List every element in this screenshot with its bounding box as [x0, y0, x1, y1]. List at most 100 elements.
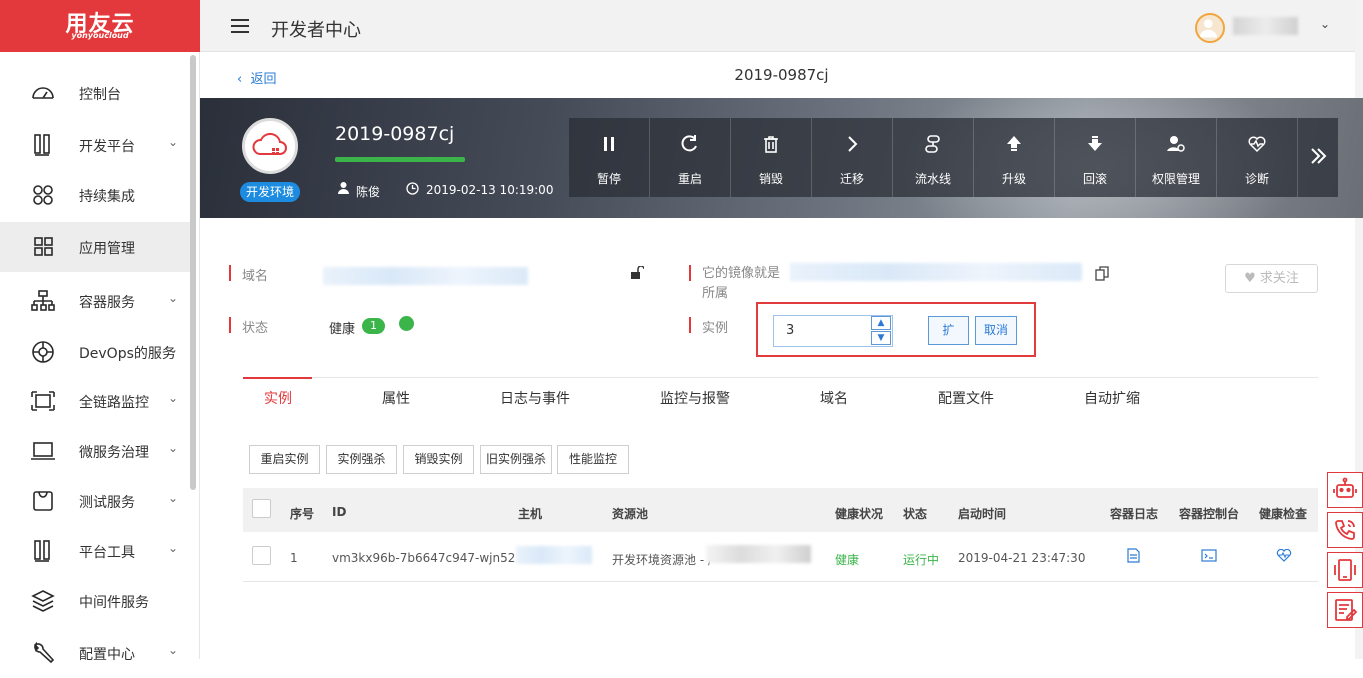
avatar[interactable] — [1195, 13, 1225, 43]
sidebar-item-test[interactable]: 测试服务 ⌄ — [0, 476, 196, 526]
diagnose-button[interactable]: 诊断 — [1217, 118, 1298, 197]
sidebar-item-ci[interactable]: 持续集成 — [0, 170, 196, 220]
field-marker — [229, 317, 231, 333]
permission-icon — [1136, 134, 1216, 154]
old-instance-kill-button[interactable]: 旧实例强杀 — [480, 445, 552, 474]
chevron-down-icon: ⌄ — [168, 643, 179, 657]
app-name: 2019-0987cj — [335, 123, 455, 145]
brand-logo[interactable]: 用友云 yonyoucloud — [0, 0, 200, 52]
double-chevron-right-icon — [1298, 146, 1338, 166]
action-label: 重启 — [677, 172, 702, 186]
migrate-button[interactable]: 迁移 — [812, 118, 893, 197]
pipeline-button[interactable]: 流水线 — [893, 118, 974, 197]
tab-logs-events[interactable]: 日志与事件 — [500, 388, 570, 408]
status-label: 状态 — [242, 321, 269, 336]
sidebar-item-container[interactable]: 容器服务 ⌄ — [0, 276, 196, 326]
sidebar-item-label: 全链路监控 — [79, 395, 149, 411]
increment-button[interactable]: ▲ — [871, 316, 891, 330]
cloud-app-icon — [242, 118, 298, 174]
layers-icon — [30, 589, 56, 613]
sidebar-item-monitor[interactable]: 全链路监控 ⌄ — [0, 376, 196, 426]
row-checkbox[interactable] — [252, 546, 271, 565]
trash-icon — [731, 134, 811, 154]
tab-instances[interactable]: 实例 — [264, 388, 292, 408]
tab-monitor-alerts[interactable]: 监控与报警 — [660, 388, 730, 408]
cell-id: vm3kx96b-7b6647c947-wjn52 — [332, 551, 516, 565]
chevron-down-icon: ⌄ — [168, 491, 179, 505]
chevron-right-icon — [812, 134, 892, 154]
follow-label: 求关注 — [1259, 271, 1299, 286]
terminal-icon[interactable] — [1201, 549, 1217, 562]
chevron-down-icon[interactable]: ⌄ — [1320, 17, 1330, 31]
sidebar-item-tools[interactable]: 平台工具 ⌄ — [0, 526, 196, 576]
sidebar-item-app-manage[interactable]: 应用管理 — [0, 222, 196, 272]
destroy-instance-button[interactable]: 销毁实例 — [403, 445, 474, 474]
menu-icon[interactable] — [231, 19, 249, 33]
cancel-button[interactable]: 取消 — [975, 316, 1017, 345]
copy-icon[interactable] — [1095, 266, 1109, 281]
sidebar-item-label: DevOps的服务 — [79, 346, 176, 362]
sidebar-item-config[interactable]: 配置中心 ⌄ — [0, 628, 196, 678]
app-banner: 开发环境 2019-0987cj 陈俊 2019-02-13 10:19:00 … — [200, 98, 1363, 218]
force-kill-button[interactable]: 实例强杀 — [326, 445, 397, 474]
instance-label: 实例 — [702, 321, 729, 336]
sidebar-item-label: 中间件服务 — [79, 595, 149, 611]
chevron-down-icon: ⌄ — [168, 135, 179, 149]
log-file-icon[interactable] — [1127, 548, 1140, 563]
cell-health: 健康 — [835, 553, 860, 567]
col-container-log: 容器日志 — [1110, 507, 1159, 521]
sidebar-item-dev-platform[interactable]: 开发平台 ⌄ — [0, 120, 196, 170]
health-count-badge: 1 — [362, 318, 385, 334]
upgrade-button[interactable]: 升级 — [974, 118, 1055, 197]
pause-button[interactable]: 暂停 — [569, 118, 650, 197]
owner-name: 陈俊 — [356, 185, 381, 199]
sidebar-item-label: 开发平台 — [79, 139, 135, 155]
select-all-checkbox[interactable] — [252, 499, 271, 518]
sidebar: 用友云 yonyoucloud 控制台 开发平台 ⌄ 持续集成 应用管理 容器服… — [0, 0, 200, 664]
container-icon — [30, 289, 56, 313]
sidebar-item-label: 测试服务 — [79, 495, 135, 511]
laptop-icon — [30, 439, 56, 463]
feedback-button[interactable] — [1327, 592, 1363, 628]
tab-config-files[interactable]: 配置文件 — [938, 388, 994, 408]
action-label: 权限管理 — [1151, 172, 1200, 186]
tab-divider — [243, 377, 1318, 378]
col-id: ID — [332, 505, 347, 519]
sidebar-scrollbar[interactable] — [190, 55, 196, 490]
robot-button[interactable] — [1327, 472, 1363, 508]
restart-instance-button[interactable]: 重启实例 — [249, 445, 320, 474]
sidebar-item-label: 配置中心 — [79, 647, 135, 663]
performance-monitor-button[interactable]: 性能监控 — [557, 445, 629, 474]
restart-icon — [650, 134, 730, 154]
chevron-down-icon: ⌄ — [168, 291, 179, 305]
sidebar-item-devops[interactable]: DevOps的服务 ⌄ — [0, 327, 196, 377]
rollback-button[interactable]: 回滚 — [1055, 118, 1136, 197]
scale-button[interactable]: 扩 — [928, 316, 969, 345]
rollback-icon — [1055, 134, 1135, 154]
unlock-icon[interactable] — [630, 266, 644, 279]
active-tab-indicator — [243, 377, 312, 379]
action-label: 暂停 — [596, 172, 621, 186]
mobile-button[interactable] — [1327, 552, 1363, 588]
more-actions-button[interactable] — [1298, 118, 1338, 197]
sidebar-item-label: 平台工具 — [79, 545, 135, 561]
bag-icon — [30, 489, 56, 513]
user-name-blurred[interactable] — [1233, 17, 1298, 35]
field-marker — [689, 265, 691, 281]
sidebar-item-microservice[interactable]: 微服务治理 ⌄ — [0, 426, 196, 476]
phone-button[interactable] — [1327, 512, 1363, 548]
follow-button[interactable]: ♥ 求关注 — [1225, 264, 1318, 293]
cell-pool-blurred — [706, 545, 811, 563]
tab-domain[interactable]: 域名 — [820, 388, 848, 408]
action-toolbar: 暂停 重启 销毁 迁移 流水线 升级 回滚 权限管理 诊断 — [569, 118, 1338, 197]
heartbeat-icon[interactable] — [1276, 549, 1292, 562]
tab-properties[interactable]: 属性 — [382, 388, 410, 408]
sidebar-item-label: 持续集成 — [79, 189, 135, 205]
sidebar-item-middleware[interactable]: 中间件服务 — [0, 576, 196, 626]
permission-button[interactable]: 权限管理 — [1136, 118, 1217, 197]
restart-button[interactable]: 重启 — [650, 118, 731, 197]
decrement-button[interactable]: ▼ — [871, 331, 891, 345]
domain-value-blurred — [323, 267, 528, 285]
tab-autoscale[interactable]: 自动扩缩 — [1084, 388, 1140, 408]
destroy-button[interactable]: 销毁 — [731, 118, 812, 197]
